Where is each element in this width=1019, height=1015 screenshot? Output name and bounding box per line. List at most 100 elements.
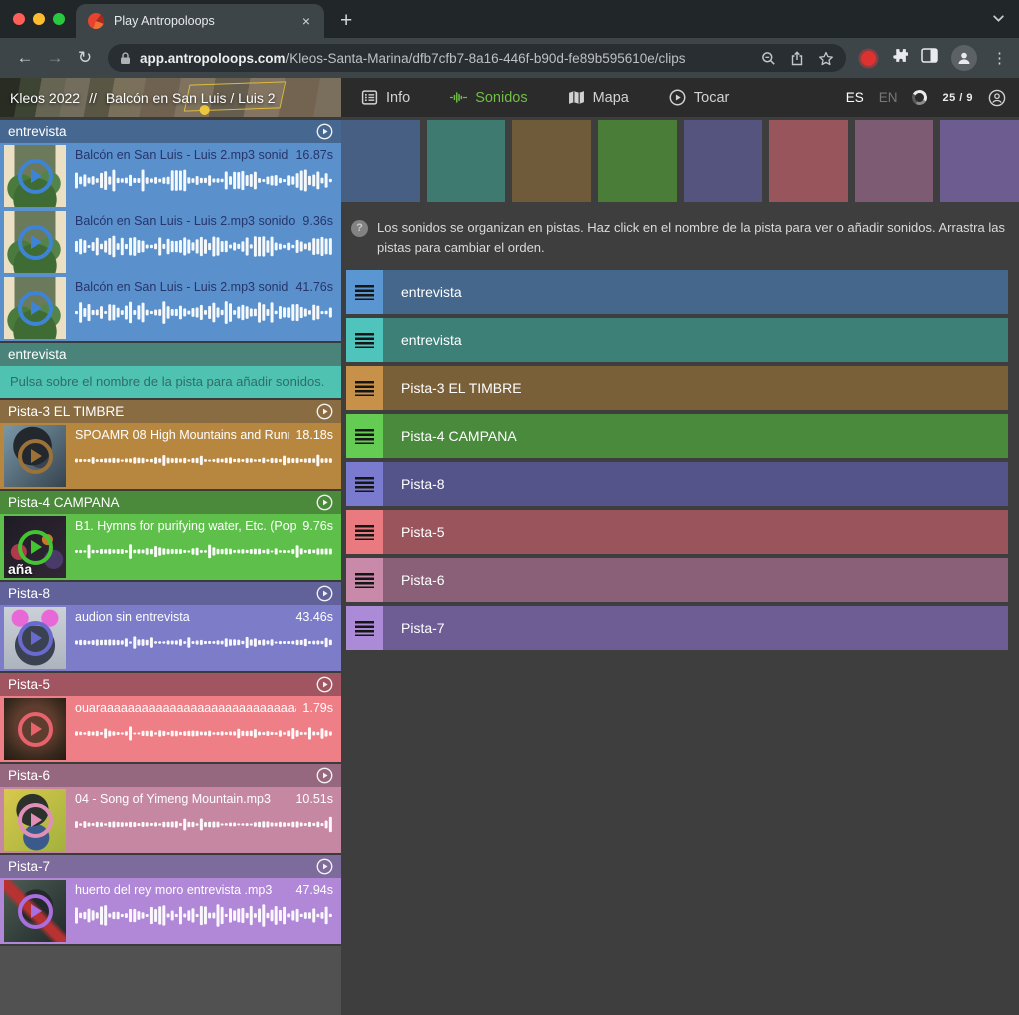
section-play-icon[interactable]	[316, 676, 333, 693]
clip-waveform[interactable]	[75, 721, 333, 746]
drag-handle[interactable]	[346, 462, 383, 506]
track-color-swatch[interactable]	[598, 120, 677, 202]
clip-play-icon[interactable]	[18, 712, 53, 747]
track-section-header[interactable]: Pista-8	[0, 582, 341, 605]
minimize-window-button[interactable]	[33, 13, 45, 25]
maximize-window-button[interactable]	[53, 13, 65, 25]
clip-thumbnail[interactable]	[4, 607, 66, 669]
tab-search-chevron-icon[interactable]	[992, 12, 1005, 30]
back-button[interactable]: ←	[10, 48, 40, 68]
audio-clip[interactable]: SPOAMR 08 High Mountains and Running ...…	[0, 423, 341, 489]
track-color-swatch[interactable]	[512, 120, 591, 202]
clip-waveform[interactable]	[75, 539, 333, 564]
close-tab-icon[interactable]: ×	[300, 13, 312, 29]
track-row[interactable]: Pista-3 EL TIMBRE	[346, 366, 1008, 410]
track-row[interactable]: Pista-7	[346, 606, 1008, 650]
track-section-header[interactable]: entrevista	[0, 120, 341, 143]
track-section-header[interactable]: Pista-7	[0, 855, 341, 878]
track-row[interactable]: Pista-8	[346, 462, 1008, 506]
extensions-puzzle-icon[interactable]	[892, 48, 908, 68]
clip-thumbnail[interactable]	[4, 145, 66, 207]
clip-play-icon[interactable]	[18, 530, 53, 565]
track-color-swatch[interactable]	[769, 120, 848, 202]
drag-handle[interactable]	[346, 558, 383, 602]
track-color-swatch[interactable]	[855, 120, 934, 202]
track-section-header[interactable]: Pista-3 EL TIMBRE	[0, 400, 341, 423]
audio-clip[interactable]: Balcón en San Luis - Luis 2.mp3 sonido h…	[0, 209, 341, 275]
new-tab-button[interactable]: +	[340, 10, 352, 31]
drag-handle[interactable]	[346, 270, 383, 314]
track-row[interactable]: Pista-6	[346, 558, 1008, 602]
forward-button[interactable]: →	[40, 48, 70, 68]
track-row[interactable]: Pista-5	[346, 510, 1008, 554]
tab-tocar[interactable]: Tocar	[669, 89, 729, 106]
clip-thumbnail[interactable]	[4, 425, 66, 487]
clip-waveform[interactable]	[75, 812, 333, 837]
clip-thumbnail[interactable]	[4, 789, 66, 851]
address-bar[interactable]: app.antropoloops.com/Kleos-Santa-Marina/…	[108, 44, 846, 72]
browser-profile-avatar[interactable]	[951, 45, 977, 71]
account-icon[interactable]	[988, 89, 1006, 107]
bookmark-star-icon[interactable]	[818, 51, 834, 66]
browser-tab[interactable]: Play Antropoloops ×	[76, 4, 324, 38]
share-icon[interactable]	[790, 51, 804, 66]
track-color-swatch[interactable]	[341, 120, 420, 202]
clip-waveform[interactable]	[75, 234, 333, 259]
track-section-header[interactable]: Pista-6	[0, 764, 341, 787]
track-color-swatch[interactable]	[684, 120, 763, 202]
audio-clip[interactable]: huerto del rey moro entrevista .mp3 47.9…	[0, 878, 341, 944]
track-row[interactable]: Pista-4 CAMPANA	[346, 414, 1008, 458]
clip-play-icon[interactable]	[18, 894, 53, 929]
section-play-icon[interactable]	[316, 585, 333, 602]
reload-button[interactable]: ↻	[70, 48, 100, 68]
drag-handle[interactable]	[346, 318, 383, 362]
track-section-header[interactable]: Pista-5	[0, 673, 341, 696]
audio-clip[interactable]: Balcón en San Luis - Luis 2.mp3 sonido h…	[0, 143, 341, 209]
tab-sonidos[interactable]: Sonidos	[450, 89, 527, 106]
audio-clip[interactable]: Balcón en San Luis - Luis 2.mp3 sonido h…	[0, 275, 341, 341]
track-row[interactable]: entrevista	[346, 318, 1008, 362]
clip-play-icon[interactable]	[18, 439, 53, 474]
clip-waveform[interactable]	[75, 168, 333, 193]
clip-thumbnail[interactable]	[4, 211, 66, 273]
audio-clip[interactable]: ouaraaaaaaaaaaaaaaaaaaaaaaaaaaaaaaaaaaaa…	[0, 696, 341, 762]
clip-thumbnail[interactable]	[4, 698, 66, 760]
clip-thumbnail[interactable]: aña	[4, 516, 66, 578]
clip-waveform[interactable]	[75, 448, 333, 473]
audio-clip[interactable]: audion sin entrevista 43.46s	[0, 605, 341, 671]
clip-waveform[interactable]	[75, 300, 333, 325]
section-play-icon[interactable]	[316, 858, 333, 875]
drag-handle[interactable]	[346, 606, 383, 650]
section-play-icon[interactable]	[316, 494, 333, 511]
language-en-button[interactable]: EN	[879, 90, 898, 105]
clip-play-icon[interactable]	[18, 159, 53, 194]
drag-handle[interactable]	[346, 510, 383, 554]
track-section-header[interactable]: Pista-4 CAMPANA	[0, 491, 341, 514]
clip-play-icon[interactable]	[18, 621, 53, 656]
drag-handle[interactable]	[346, 366, 383, 410]
clip-play-icon[interactable]	[18, 803, 53, 838]
zoom-search-icon[interactable]	[761, 51, 776, 66]
track-row[interactable]: entrevista	[346, 270, 1008, 314]
close-window-button[interactable]	[13, 13, 25, 25]
track-section-header[interactable]: entrevista	[0, 343, 341, 366]
clip-thumbnail[interactable]	[4, 880, 66, 942]
section-play-icon[interactable]	[316, 123, 333, 140]
tab-mapa[interactable]: Mapa	[568, 89, 629, 106]
drag-handle[interactable]	[346, 414, 383, 458]
audio-clip[interactable]: aña B1. Hymns for purifying water, Etc. …	[0, 514, 341, 580]
recorder-extension-icon[interactable]	[861, 51, 876, 66]
clip-play-icon[interactable]	[18, 225, 53, 260]
clip-waveform[interactable]	[75, 630, 333, 655]
track-color-swatch[interactable]	[940, 120, 1019, 202]
side-panel-icon[interactable]	[921, 48, 938, 68]
clip-play-icon[interactable]	[18, 291, 53, 326]
audio-clip[interactable]: 04 - Song of Yimeng Mountain.mp3 10.51s	[0, 787, 341, 853]
section-play-icon[interactable]	[316, 767, 333, 784]
section-play-icon[interactable]	[316, 403, 333, 420]
clip-thumbnail[interactable]	[4, 277, 66, 339]
language-es-button[interactable]: ES	[846, 90, 864, 105]
breadcrumb-project[interactable]: Kleos 2022	[10, 90, 80, 106]
clip-waveform[interactable]	[75, 903, 333, 928]
browser-menu-icon[interactable]: ⋮	[990, 49, 1009, 67]
